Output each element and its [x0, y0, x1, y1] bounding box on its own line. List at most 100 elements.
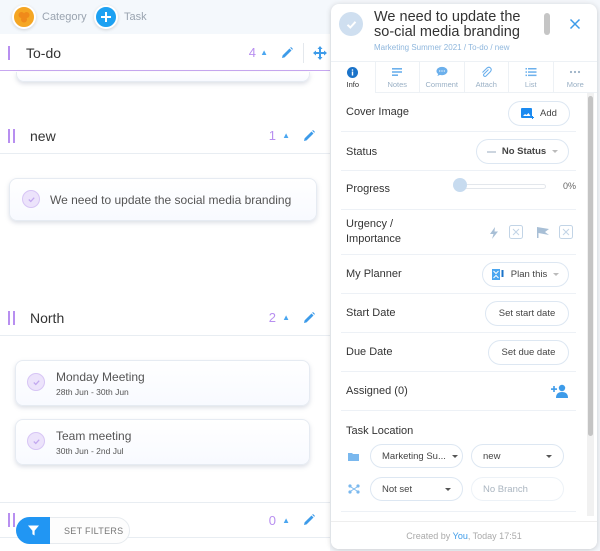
progress-slider-handle[interactable]	[453, 178, 467, 192]
task-title: We need to update the social media brand…	[50, 193, 292, 207]
footer-suffix: , Today 17:51	[467, 531, 522, 541]
tab-label: Comment	[425, 79, 458, 89]
chevron-down-icon	[445, 487, 451, 491]
edit-pencil-icon[interactable]	[302, 513, 316, 527]
task-card[interactable]: Monday Meeting 28th Jun - 30th Jun	[15, 360, 310, 406]
panel-scrollbar[interactable]	[587, 93, 594, 516]
plan-this-dropdown[interactable]: Plan this	[482, 262, 569, 287]
tab-list[interactable]: List	[509, 62, 554, 93]
progress-slider[interactable]	[458, 184, 546, 189]
set-due-date-button[interactable]: Set due date	[488, 340, 569, 365]
chevron-down-icon	[553, 273, 560, 276]
progress-row: Progress 0%	[341, 171, 576, 210]
filter-funnel-icon	[16, 517, 50, 544]
section-header-todo[interactable]: To-do 4 ▲	[0, 35, 330, 71]
collapse-caret-icon[interactable]: ▲	[282, 131, 290, 140]
tab-label: Notes	[387, 79, 408, 89]
section-dropdown[interactable]: new	[471, 444, 564, 468]
task-location-row: Task Location Marketing Su... new Not se…	[341, 411, 576, 512]
section-count: 0	[268, 512, 276, 528]
task-title-field[interactable]: We need to update the so-cial media bran…	[374, 10, 544, 40]
complete-check-icon[interactable]	[22, 190, 40, 208]
due-date-label: Due Date	[346, 346, 393, 358]
drag-handle[interactable]	[8, 513, 15, 527]
branch-type-value: Not set	[382, 483, 413, 495]
drag-handle[interactable]	[8, 310, 15, 325]
status-dropdown[interactable]: No Status	[476, 139, 569, 164]
complete-task-check-icon[interactable]	[339, 12, 363, 36]
project-dropdown[interactable]: Marketing Su...	[370, 444, 463, 468]
close-icon[interactable]	[569, 18, 581, 30]
set-filters-button[interactable]: SET FILTERS	[16, 517, 130, 544]
urgency-toggle-box[interactable]	[509, 225, 523, 239]
drag-handle[interactable]	[8, 128, 15, 143]
section-header-new[interactable]: new 1 ▲	[0, 118, 330, 154]
section-count: 1	[268, 128, 276, 143]
breadcrumb[interactable]: Marketing Summer 2021 / To-do / new	[374, 43, 509, 52]
urgency-lightning-icon[interactable]	[489, 227, 499, 239]
add-task-button[interactable]: Task	[94, 5, 147, 29]
tab-label: Attach	[475, 79, 497, 89]
plan-this-label: Plan this	[510, 269, 548, 280]
due-date-row: Due Date Set due date	[341, 333, 576, 372]
importance-flag-icon[interactable]	[537, 227, 549, 238]
section-title: To-do	[26, 44, 62, 61]
list-icon	[525, 66, 537, 78]
task-card[interactable]: We need to update the social media brand…	[9, 178, 317, 221]
title-scrollbar[interactable]	[544, 13, 550, 35]
chevron-down-icon	[552, 150, 559, 153]
edit-pencil-icon[interactable]	[302, 311, 316, 325]
notes-icon	[391, 66, 403, 78]
complete-check-icon[interactable]	[27, 432, 45, 450]
project-value: Marketing Su...	[382, 450, 446, 462]
progress-label: Progress	[346, 183, 391, 195]
branch-field[interactable]: No Branch	[471, 477, 564, 501]
add-category-button[interactable]: Category	[12, 5, 87, 29]
move-arrows-icon[interactable]	[312, 45, 328, 61]
cover-image-label: Cover Image	[346, 106, 409, 118]
section-title: new	[30, 127, 56, 144]
tab-attach[interactable]: Attach	[464, 62, 509, 93]
urgency-label-line2: Importance	[346, 233, 402, 245]
app-root: Category Task To-do 4 ▲ new 1 ▲ We need …	[0, 0, 600, 551]
task-title: Team meeting	[56, 429, 132, 443]
set-due-date-label: Set due date	[501, 347, 556, 358]
section-count: 2	[268, 310, 276, 325]
creator-link[interactable]: You	[453, 531, 468, 541]
drag-handle[interactable]	[8, 45, 10, 60]
collapse-caret-icon[interactable]: ▲	[282, 516, 290, 525]
branch-type-dropdown[interactable]: Not set	[370, 477, 463, 501]
task-location-label: Task Location	[346, 425, 414, 437]
edit-pencil-icon[interactable]	[302, 129, 316, 143]
importance-toggle-box[interactable]	[559, 225, 573, 239]
todo-card-peek[interactable]	[16, 72, 310, 82]
tab-more[interactable]: More	[553, 62, 597, 93]
assigned-label: Assigned (0)	[346, 385, 408, 397]
more-icon	[569, 66, 581, 78]
start-date-row: Start Date Set start date	[341, 294, 576, 333]
folder-icon	[348, 453, 359, 461]
add-user-icon[interactable]	[551, 384, 568, 398]
add-button-label: Add	[540, 108, 557, 119]
add-cover-image-button[interactable]: Add	[508, 101, 570, 126]
my-planner-row: My Planner Plan this	[341, 255, 576, 294]
edit-pencil-icon[interactable]	[280, 46, 294, 60]
complete-check-icon[interactable]	[27, 373, 45, 391]
set-start-date-button[interactable]: Set start date	[485, 301, 569, 326]
my-planner-label: My Planner	[346, 268, 402, 280]
comment-icon	[436, 66, 448, 78]
panel-scrollbar-thumb[interactable]	[588, 96, 593, 436]
section-header-north[interactable]: North 2 ▲	[0, 300, 330, 336]
tab-info[interactable]: Info	[331, 62, 376, 93]
status-row: Status No Status	[341, 132, 576, 171]
set-start-date-label: Set start date	[498, 308, 556, 319]
status-label: Status	[346, 146, 378, 158]
divider	[303, 43, 304, 63]
tab-notes[interactable]: Notes	[375, 62, 420, 93]
task-label: Task	[124, 11, 147, 23]
collapse-caret-icon[interactable]: ▲	[282, 313, 290, 322]
assigned-row: Assigned (0)	[341, 372, 576, 411]
task-card[interactable]: Team meeting 30th Jun - 2nd Jul	[15, 419, 310, 465]
tab-comment[interactable]: Comment	[420, 62, 465, 93]
collapse-caret-icon[interactable]: ▲	[260, 48, 268, 57]
